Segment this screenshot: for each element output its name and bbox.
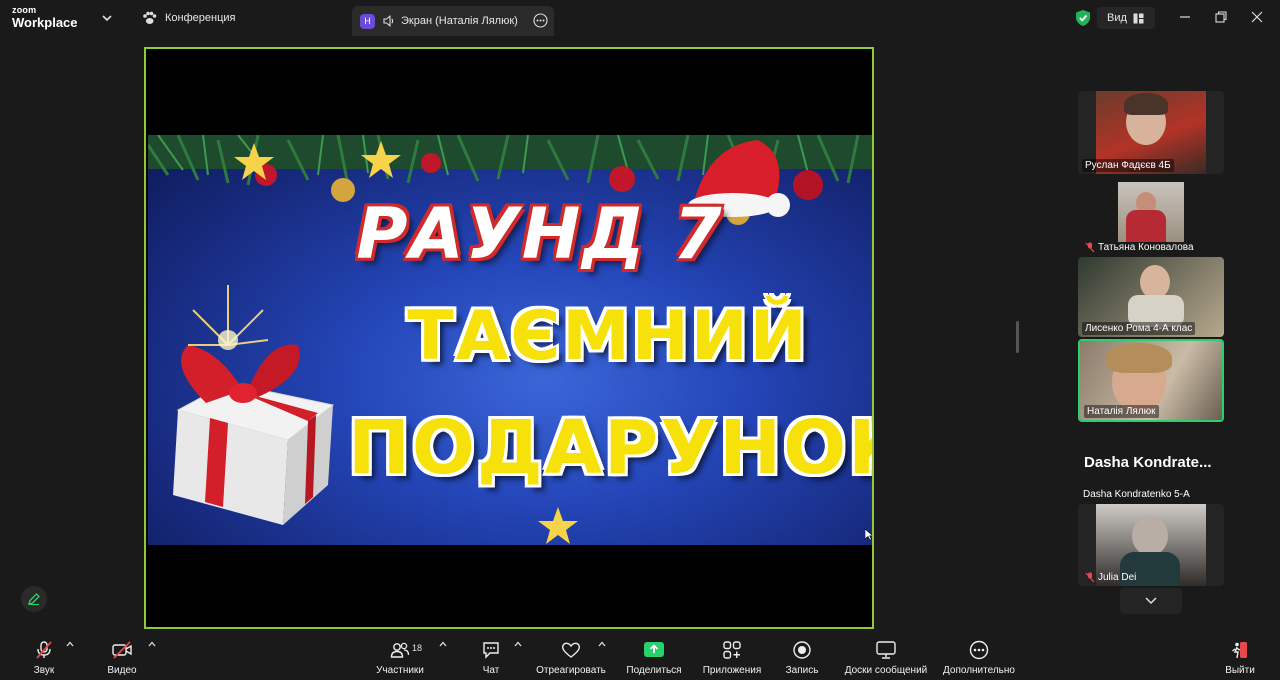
whiteboard-icon xyxy=(876,641,896,659)
camera-off-participant-title: Dasha Kondrate... xyxy=(1084,454,1212,471)
participant-name: Julia Dei xyxy=(1098,572,1137,583)
shared-screen: РАУНД 7 ТАЄМНИЙ ПОДАРУНОК xyxy=(144,47,874,629)
zoom-meeting-window: zoom Workplace Конференция H Экран (Ната… xyxy=(0,0,1280,680)
share-label: Поделиться xyxy=(626,665,682,676)
annotate-button[interactable] xyxy=(21,586,47,612)
tab-label: Экран (Наталія Лялюк) xyxy=(401,15,518,27)
restore-icon[interactable] xyxy=(1214,10,1228,24)
top-bar: zoom Workplace Конференция H Экран (Ната… xyxy=(0,0,1280,38)
whiteboards-label: Доски сообщений xyxy=(844,665,928,676)
apps-icon xyxy=(723,641,741,659)
apps-label: Приложения xyxy=(702,665,762,676)
record-label: Запись xyxy=(785,665,819,676)
chat-label: Чат xyxy=(482,665,500,676)
slide-gift-title: ПОДАРУНОК xyxy=(348,405,872,491)
video-label: Видео xyxy=(107,665,137,676)
react-options-caret-icon[interactable] xyxy=(598,640,606,648)
more-icon xyxy=(969,640,989,660)
record-icon xyxy=(793,641,811,659)
more-button[interactable]: Дополнительно xyxy=(940,631,1018,680)
participant-name: Лисенко Рома 4-А клас xyxy=(1082,322,1196,335)
participants-options-caret-icon[interactable] xyxy=(439,640,447,648)
record-button[interactable]: Запись xyxy=(782,631,822,680)
video-options-caret-icon[interactable] xyxy=(148,640,156,648)
participant-name: Руслан Фадєєв 4Б xyxy=(1082,159,1174,172)
whiteboards-button[interactable]: Доски сообщений xyxy=(840,631,932,680)
more-label: Дополнительно xyxy=(943,665,1015,676)
video-button[interactable]: Видео xyxy=(104,631,140,680)
host-badge: H xyxy=(360,13,375,29)
participants-count: 18 xyxy=(412,643,423,653)
share-screen-icon xyxy=(644,642,664,657)
view-label: Вид xyxy=(1107,12,1127,24)
participants-button[interactable]: Участники xyxy=(372,631,428,680)
participant-name: Татьяна Коновалова xyxy=(1098,242,1194,253)
screen-share-tab[interactable]: H Экран (Наталія Лялюк) xyxy=(352,6,554,36)
participants-icon xyxy=(390,642,410,658)
participant-tile-active-speaker[interactable]: Наталія Лялюк xyxy=(1078,339,1224,422)
mic-muted-icon xyxy=(1085,572,1095,583)
participant-name-row: Julia Dei xyxy=(1082,571,1139,584)
chevron-down-icon xyxy=(1145,597,1157,605)
participant-video xyxy=(1118,182,1184,242)
participant-name-row: Татьяна Коновалова xyxy=(1082,241,1197,254)
presentation-slide: РАУНД 7 ТАЄМНИЙ ПОДАРУНОК xyxy=(148,135,872,545)
panel-resize-handle[interactable] xyxy=(1016,321,1019,353)
leave-icon xyxy=(1232,642,1247,659)
more-options-icon[interactable] xyxy=(533,13,548,28)
conference-tab[interactable]: Конференция xyxy=(142,11,235,25)
mic-muted-icon xyxy=(1085,242,1095,253)
participant-tile[interactable]: Julia Dei xyxy=(1078,504,1224,586)
grid-view-icon xyxy=(1133,13,1144,23)
speaker-icon xyxy=(383,15,395,27)
video-off-icon xyxy=(112,641,132,659)
minimize-icon[interactable] xyxy=(1178,10,1192,24)
scroll-participants-button[interactable] xyxy=(1120,588,1182,614)
heart-icon xyxy=(562,642,580,658)
close-icon[interactable] xyxy=(1250,10,1264,24)
apps-button[interactable]: Приложения xyxy=(698,631,766,680)
chevron-down-icon[interactable] xyxy=(101,12,113,24)
leave-label: Выйти xyxy=(1225,665,1255,676)
slide-secret-title: ТАЄМНИЙ xyxy=(407,297,809,376)
meeting-toolbar: Звук Видео Участники 18 Чат Отреагироват… xyxy=(0,631,1280,680)
brand-zoom-text: zoom xyxy=(12,5,37,15)
conference-label: Конференция xyxy=(165,12,236,24)
zoom-workplace-logo[interactable]: zoom Workplace xyxy=(12,5,78,30)
mic-muted-icon xyxy=(36,641,52,659)
slide-round-title: РАУНД 7 xyxy=(356,193,724,275)
participant-tile[interactable]: Руслан Фадєєв 4Б xyxy=(1078,91,1224,174)
chat-icon xyxy=(483,642,499,659)
leave-button[interactable]: Выйти xyxy=(1222,631,1258,680)
react-label: Отреагировать xyxy=(536,665,606,676)
camera-off-participant-name: Dasha Kondratenko 5-А xyxy=(1083,489,1190,500)
brand-workplace-text: Workplace xyxy=(12,15,78,30)
chat-options-caret-icon[interactable] xyxy=(514,640,522,648)
audio-label: Звук xyxy=(33,665,55,676)
share-button[interactable]: Поделиться xyxy=(624,631,684,680)
chat-button[interactable]: Чат xyxy=(478,631,504,680)
participant-tile[interactable]: Татьяна Коновалова xyxy=(1078,182,1224,256)
participant-tile[interactable]: Лисенко Рома 4-А клас xyxy=(1078,257,1224,337)
audio-options-caret-icon[interactable] xyxy=(66,640,74,648)
participant-name: Наталія Лялюк xyxy=(1084,405,1159,418)
view-button[interactable]: Вид xyxy=(1097,7,1155,29)
shield-check-icon[interactable] xyxy=(1075,9,1091,27)
participants-label: Участники xyxy=(376,665,424,676)
audio-button[interactable]: Звук xyxy=(28,631,60,680)
pencil-icon xyxy=(28,593,40,606)
mouse-cursor-icon xyxy=(865,529,872,541)
paw-icon xyxy=(143,11,157,24)
react-button[interactable]: Отреагировать xyxy=(533,631,609,680)
